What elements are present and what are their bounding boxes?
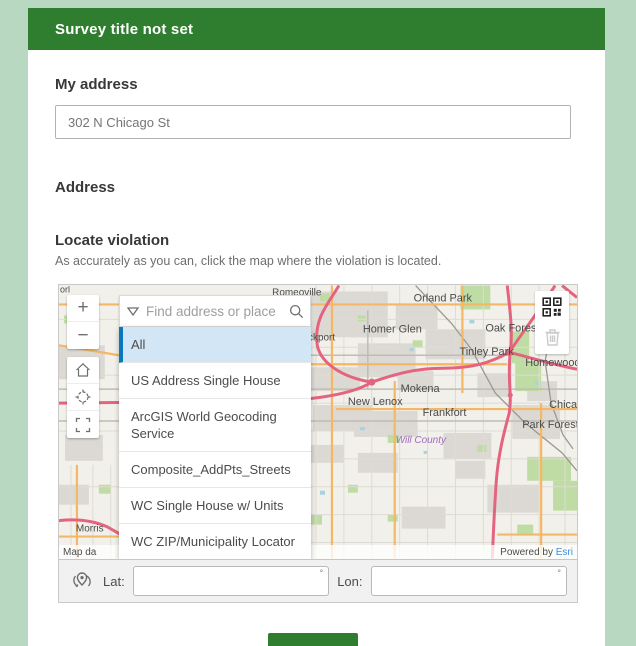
search-icon xyxy=(289,304,303,318)
map-label: Homer Glen xyxy=(363,323,422,335)
lon-degree-symbol: ° xyxy=(557,568,561,578)
home-button[interactable] xyxy=(67,357,99,384)
lon-label: Lon: xyxy=(337,573,363,589)
zoom-controls: + − xyxy=(67,295,99,349)
zoom-in-button[interactable]: + xyxy=(67,295,99,322)
locator-option[interactable]: WC ZIP/Municipality Locator xyxy=(119,524,311,559)
locator-dropdown: All US Address Single House ArcGIS World G… xyxy=(119,327,311,559)
map-label: Oak Forest xyxy=(485,322,539,334)
address-label: Address xyxy=(55,179,116,196)
esri-link[interactable]: Esri xyxy=(556,547,573,558)
map-tools-panel xyxy=(535,291,569,354)
locator-option[interactable]: Composite_AddPts_Streets xyxy=(119,452,311,488)
map-label: Orland Park xyxy=(414,292,473,304)
survey-title: Survey title not set xyxy=(55,20,194,38)
zoom-out-button[interactable]: − xyxy=(67,322,99,349)
qr-scan-icon[interactable] xyxy=(542,297,562,317)
locate-violation-description: As accurately as you can, click the map … xyxy=(55,254,442,268)
locator-option[interactable]: US Address Single House xyxy=(119,363,311,399)
map-canvas[interactable]: orl Romeoville Orland Park Homer Glen Oak Fo… xyxy=(59,285,577,559)
map-label: Will County xyxy=(396,435,447,446)
home-icon xyxy=(76,362,90,377)
lon-input[interactable] xyxy=(370,566,567,596)
search-source-toggle[interactable] xyxy=(120,296,146,326)
attribution-left: Map da xyxy=(63,546,97,558)
nav-controls xyxy=(67,357,99,438)
locator-option[interactable]: ArcGIS World Geocoding Service xyxy=(119,399,311,452)
my-address-input[interactable] xyxy=(55,105,571,139)
map-label: Homewood xyxy=(525,357,577,369)
map-label: Mokena xyxy=(401,383,441,395)
lat-label: Lat: xyxy=(103,573,125,589)
chevron-down-icon xyxy=(127,306,139,316)
submit-button[interactable] xyxy=(268,633,358,646)
search-button[interactable] xyxy=(282,296,310,326)
map-label: Tinley Park xyxy=(459,346,514,358)
lon-field-wrap: ° xyxy=(370,566,567,596)
map-label: Frankfort xyxy=(423,407,467,419)
lat-input[interactable] xyxy=(132,566,330,596)
survey-header: Survey title not set xyxy=(28,8,605,50)
survey-card: Survey title not set My address Address … xyxy=(28,8,605,646)
fullscreen-icon xyxy=(75,417,91,432)
map-search-bar xyxy=(119,295,311,327)
attribution-right: Powered by Esri xyxy=(500,546,573,558)
map-widget: orl Romeoville Orland Park Homer Glen Oak Fo… xyxy=(58,284,578,603)
map-label: New Lenox xyxy=(348,396,403,408)
trash-icon[interactable] xyxy=(543,327,562,347)
locate-violation-label: Locate violation xyxy=(55,232,170,249)
map-label: Morris xyxy=(76,524,104,535)
locator-option[interactable]: WC Single House w/ Units xyxy=(119,488,311,524)
map-label: orl xyxy=(60,285,70,295)
coordinate-bar: Lat: ° Lon: ° xyxy=(59,559,577,602)
locate-icon xyxy=(75,389,91,405)
map-label: Park Forest xyxy=(522,419,577,431)
lat-degree-symbol: ° xyxy=(319,568,324,578)
map-label: Chicago xyxy=(549,399,577,411)
fullscreen-button[interactable] xyxy=(67,411,99,438)
search-input[interactable] xyxy=(146,303,282,319)
lat-field-wrap: ° xyxy=(132,566,330,596)
locate-button[interactable] xyxy=(67,384,99,411)
map-label: ckport xyxy=(308,332,335,343)
my-address-label: My address xyxy=(55,76,138,93)
location-refresh-icon[interactable] xyxy=(69,568,95,594)
locator-option[interactable]: All xyxy=(119,327,311,363)
